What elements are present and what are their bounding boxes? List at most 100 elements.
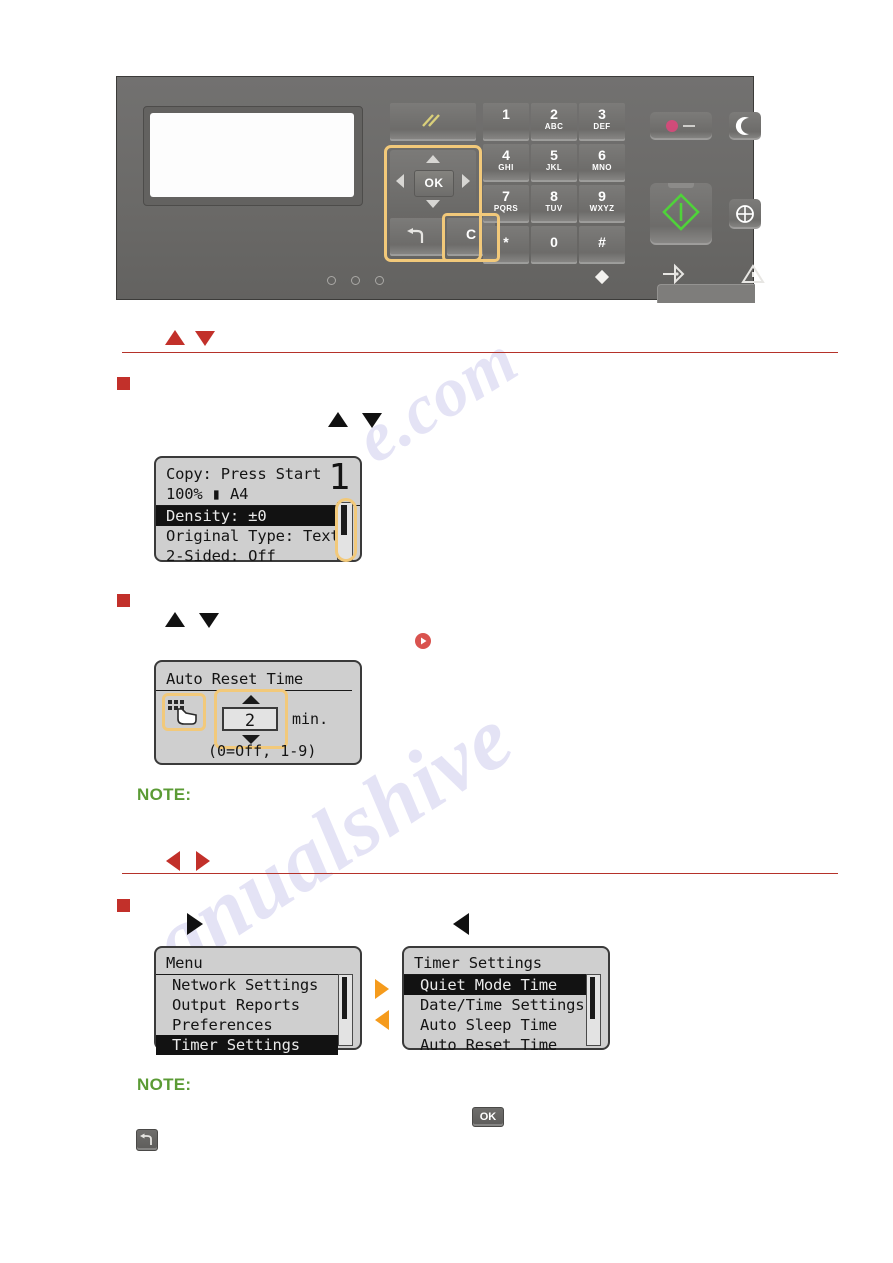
inline-right-triangle [187,913,203,940]
keypad-key-hash[interactable]: # [579,226,625,264]
keypad-key-6-letters: MNO [592,163,612,172]
timer-settings-title: Timer Settings [404,948,600,975]
keypad-key-9-letters: WXYZ [589,204,615,213]
right-arrow-key[interactable] [462,174,470,188]
down-arrow-key[interactable] [426,200,440,208]
left-arrow-key[interactable] [396,174,404,188]
timer-settings-screen: Timer Settings Quiet Mode Time Date/Time… [402,946,610,1054]
reset-key[interactable] [390,103,476,141]
auto-reset-unit-label: min. [292,710,329,728]
back-arrow-icon [407,228,424,243]
keypad-key-8-number: 8 [550,188,558,204]
keypad-key-2[interactable]: 2 ABC [531,103,577,141]
timer-item-auto-reset-time[interactable]: Auto Reset Time [404,1035,586,1055]
stop-icon [666,120,695,132]
heading-icon-down-triangle [195,331,215,351]
start-key[interactable] [650,183,712,245]
menu-item-output-reports[interactable]: Output Reports [156,995,338,1015]
keypad-key-0[interactable]: 0 [531,226,577,264]
watermark-text-top: e.com [342,320,532,479]
copy-screen-scrollbar-thumb[interactable] [341,505,347,535]
timer-item-date-time-settings[interactable]: Date/Time Settings [404,995,586,1015]
inline-ok-keycap[interactable]: OK [472,1107,504,1127]
up-arrow-key[interactable] [426,155,440,163]
section-divider-1 [122,352,838,353]
keypad-key-8[interactable]: 8 TUV [531,185,577,223]
start-diamond-icon [662,193,700,231]
keypad-key-1[interactable]: 1 [483,103,529,141]
copy-screen-item-density[interactable]: Density: ±0 [156,506,338,526]
inline-left-triangle [453,913,469,940]
moon-icon [735,117,749,135]
inline-back-keycap[interactable] [136,1129,158,1151]
start-key-notch [668,183,694,188]
keypad-key-8-letters: TUV [545,204,563,213]
keypad-key-1-number: 1 [502,106,510,122]
keypad-key-asterisk[interactable]: * [483,226,529,264]
orange-right-triangle [375,979,389,1004]
keypad-key-4[interactable]: 4 GHI [483,144,529,182]
menu-screen-scrollbar-thumb[interactable] [342,977,347,1019]
timer-item-quiet-mode-time[interactable]: Quiet Mode Time [404,975,586,995]
keypad-key-4-letters: GHI [498,163,514,172]
paper-feed-indicator-icon [663,263,685,285]
section-divider-2 [122,873,838,874]
keypad-key-6[interactable]: 6 MNO [579,144,625,182]
keypad-key-3[interactable]: 3 DEF [579,103,625,141]
error-indicator-icon [741,264,765,283]
keypad-key-5-letters: JKL [545,163,563,172]
back-arrow-icon-inline [140,1133,152,1145]
menu-item-network-settings[interactable]: Network Settings [156,975,338,995]
note-label-1: NOTE: [137,785,192,804]
keypad-key-3-number: 3 [598,106,606,122]
copy-screen-scrollbar-track[interactable] [337,502,353,560]
energy-saver-key[interactable] [729,112,761,140]
copy-screen-paper-icon: ▮ [202,485,230,503]
ok-key[interactable]: OK [414,170,454,197]
copy-screen-paper-size: A4 [229,485,249,503]
copy-screen-copies-count: 1 [328,457,350,498]
status-monitor-key[interactable] [729,199,761,229]
inline-down-triangle-2 [199,613,219,633]
auto-reset-screen-title: Auto Reset Time [156,662,352,691]
indicator-lamp-3 [375,276,384,285]
navigation-keypad[interactable]: OK [390,150,476,213]
timer-settings-scrollbar-thumb[interactable] [590,977,595,1019]
menu-item-timer-settings[interactable]: Timer Settings [156,1035,338,1055]
keypad-key-3-letters: DEF [593,122,611,131]
keypad-key-4-number: 4 [502,147,510,163]
keypad-key-2-letters: ABC [544,122,564,131]
keypad-key-9[interactable]: 9 WXYZ [579,185,625,223]
stop-key[interactable] [650,112,712,140]
timer-item-auto-sleep-time[interactable]: Auto Sleep Time [404,1015,586,1035]
menu-screen-scrollbar-track[interactable] [338,974,353,1046]
keypad-key-7[interactable]: 7 PQRS [483,185,529,223]
copy-screen-item-original-type[interactable]: Original Type: Text [156,526,360,546]
indicator-lamp-2 [351,276,360,285]
play-circle-icon[interactable] [414,632,432,650]
copy-screen-item-2sided[interactable]: 2-Sided: Off [156,546,360,566]
heading-icon-up-triangle [165,330,185,350]
keypad-key-9-number: 9 [598,188,606,204]
auto-reset-range-hint: (0=Off, 1-9) [208,742,317,760]
auto-reset-value-field[interactable]: 2 [222,707,278,731]
timer-settings-scrollbar-track[interactable] [586,974,601,1046]
indicator-lamp-1 [327,276,336,285]
keypad-key-5[interactable]: 5 JKL [531,144,577,182]
keypad-key-7-letters: PQRS [493,204,519,213]
inline-up-triangle-2 [165,612,185,632]
menu-screen-title: Menu [156,948,352,975]
menu-screen: Menu Network Settings Output Reports Pre… [154,946,362,1055]
finger-entry-icon [166,697,200,727]
keypad-key-asterisk-glyph: * [503,234,509,250]
status-monitor-icon [736,205,754,223]
lcd-display-screen [150,113,354,197]
auto-reset-increment-arrow[interactable] [242,695,260,704]
note-label-2: NOTE: [137,1075,192,1094]
subsection-bullet-3 [117,899,130,912]
menu-item-preferences[interactable]: Preferences [156,1015,338,1035]
copy-basic-features-screen: Copy: Press Start 100% ▮ A4 Density: ±0 … [154,456,362,565]
back-key[interactable] [390,218,444,256]
keypad-key-6-number: 6 [598,147,606,163]
auto-reset-time-screen: Auto Reset Time 2 min. (0=Off, 1-9) [154,660,362,765]
